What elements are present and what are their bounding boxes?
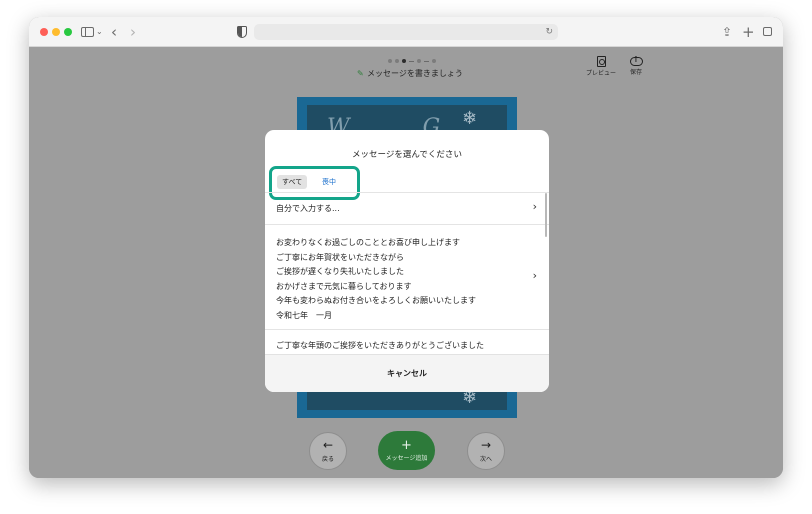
- cloud-upload-icon: [629, 55, 643, 66]
- arrow-left-icon: ←: [322, 438, 334, 452]
- progress-dot-current: [402, 59, 406, 63]
- browser-toolbar: ⌄ ‹ › ↻ ⇪ +: [29, 17, 783, 47]
- step-progress: [388, 59, 436, 63]
- plus-icon: +: [401, 438, 412, 453]
- preview-button[interactable]: プレビュー: [581, 55, 621, 77]
- filter-chip-mourning[interactable]: 喪中: [317, 175, 341, 189]
- message-picker-modal: メッセージを選んでください すべて 喪中 自分で入力する... › お変わりなく…: [265, 130, 549, 392]
- save-label: 保存: [629, 69, 642, 76]
- message-option-text: お変わりなくお過ごしのこととお喜び申し上げます ご丁寧にお年賀状をいただきながら…: [276, 236, 476, 323]
- zoom-window-button[interactable]: [64, 28, 72, 36]
- custom-entry-label: 自分で入力する...: [276, 204, 340, 213]
- back-icon[interactable]: ‹: [111, 24, 117, 40]
- back-button[interactable]: ← 戻る: [309, 432, 347, 470]
- next-label: 次へ: [479, 456, 492, 463]
- preview-icon: [596, 56, 606, 67]
- message-line: ご丁寧にお年賀状をいただきながら: [276, 252, 404, 262]
- message-line: ご挨拶が遅くなり失礼いたしました: [276, 267, 404, 276]
- pencil-icon: ✎: [357, 69, 364, 78]
- tabs-overview-icon[interactable]: [760, 27, 772, 41]
- minimize-window-button[interactable]: [52, 28, 60, 36]
- back-label: 戻る: [321, 456, 334, 463]
- progress-line: [409, 60, 414, 62]
- progress-dot: [432, 59, 436, 63]
- message-line: 今年も変わらぬお付き合いをよろしくお願いいたします: [276, 296, 476, 305]
- step-title: ✎ メッセージを書きましょう: [357, 68, 463, 79]
- close-window-button[interactable]: [40, 28, 48, 36]
- progress-dot: [388, 59, 392, 63]
- share-icon[interactable]: ⇪: [722, 24, 732, 40]
- progress-dot: [395, 59, 399, 63]
- preview-label: プレビュー: [585, 70, 616, 77]
- add-message-button[interactable]: + メッセージ追加: [378, 431, 435, 470]
- reload-icon[interactable]: ↻: [545, 24, 553, 40]
- editor-canvas: ✎ メッセージを書きましょう プレビュー 保存 W G ❄ ❄ ← 戻る + メ…: [29, 47, 783, 478]
- arrow-right-icon: →: [480, 438, 492, 452]
- new-tab-icon[interactable]: +: [742, 24, 755, 40]
- message-line: 令和七年 一月: [276, 310, 332, 320]
- progress-line: [424, 60, 429, 62]
- modal-title: メッセージを選んでください: [352, 150, 462, 160]
- message-option-text: ご丁寧な年頭のご挨拶をいただきありがとうございました: [276, 341, 484, 350]
- message-line: お変わりなくお過ごしのこととお喜び申し上げます: [276, 238, 460, 247]
- cancel-label: キャンセル: [387, 369, 427, 378]
- browser-window: ⌄ ‹ › ↻ ⇪ + ✎ メッセージを書きましょう プレビュー ↑ 保存 W …: [29, 17, 783, 478]
- address-bar[interactable]: ↻: [254, 24, 558, 40]
- step-title-text: メッセージを書きましょう: [367, 69, 463, 78]
- forward-icon[interactable]: ›: [130, 24, 136, 40]
- divider: [265, 224, 549, 225]
- next-button[interactable]: → 次へ: [467, 432, 505, 470]
- scrollbar[interactable]: [544, 193, 547, 237]
- chevron-down-icon[interactable]: ⌄: [96, 24, 103, 40]
- filter-chip-all[interactable]: すべて: [277, 175, 308, 189]
- progress-dot: [417, 59, 421, 63]
- save-button[interactable]: 保存: [616, 55, 656, 76]
- divider: [265, 192, 549, 193]
- chevron-right-icon: ›: [532, 269, 537, 282]
- snowflake-icon: ❄: [462, 108, 478, 129]
- shield-icon[interactable]: [237, 26, 247, 38]
- sidebar-icon[interactable]: [81, 27, 94, 37]
- cancel-button[interactable]: キャンセル: [265, 354, 549, 392]
- chevron-right-icon: ›: [532, 200, 537, 213]
- divider: [265, 329, 549, 330]
- add-message-label: メッセージ追加: [385, 455, 428, 462]
- message-line: おかげさまで元気に暮らしております: [276, 281, 412, 291]
